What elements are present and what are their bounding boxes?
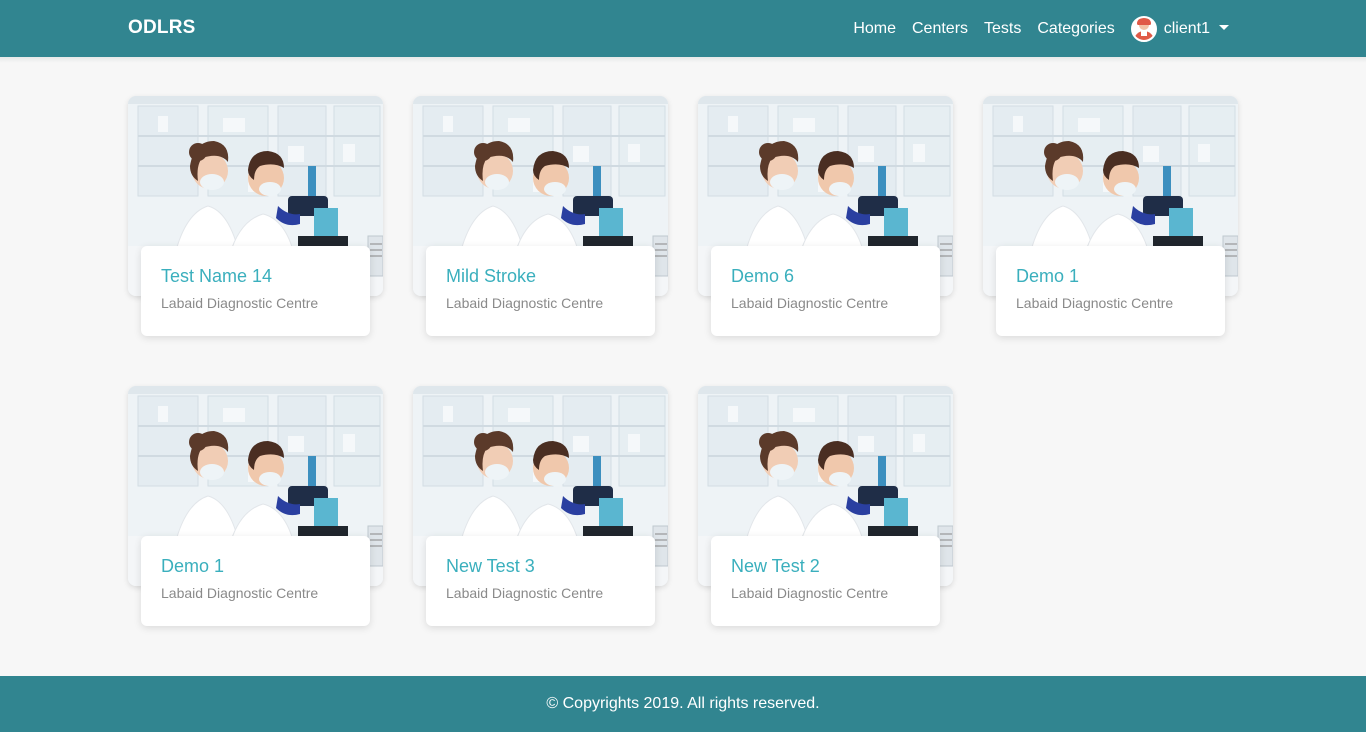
caret-down-icon: [1219, 25, 1229, 30]
test-card-title[interactable]: Demo 6: [731, 265, 920, 287]
test-card-title[interactable]: Mild Stroke: [446, 265, 635, 287]
test-card[interactable]: Mild Stroke Labaid Diagnostic Centre: [413, 96, 668, 336]
test-card-title[interactable]: Demo 1: [161, 555, 350, 577]
footer: © Copyrights 2019. All rights reserved.: [0, 676, 1366, 732]
navbar-shadow: [0, 57, 1366, 63]
test-card-center: Labaid Diagnostic Centre: [731, 585, 889, 601]
top-navbar: ODLRS Home Centers Tests Categories clie…: [0, 0, 1366, 57]
test-card[interactable]: Demo 1 Labaid Diagnostic Centre: [983, 96, 1238, 336]
test-card-title[interactable]: Test Name 14: [161, 265, 350, 287]
test-card-title[interactable]: Demo 1: [1016, 265, 1205, 287]
nav-categories[interactable]: Categories: [1037, 20, 1114, 38]
test-card-center: Labaid Diagnostic Centre: [161, 585, 319, 601]
nav-home[interactable]: Home: [853, 20, 896, 38]
test-card-title[interactable]: New Test 3: [446, 555, 635, 577]
nav-tests[interactable]: Tests: [984, 20, 1021, 38]
test-card-body[interactable]: Test Name 14 Labaid Diagnostic Centre: [141, 246, 370, 336]
user-name: client1: [1163, 19, 1210, 37]
test-card-title[interactable]: New Test 2: [731, 555, 920, 577]
test-card-body[interactable]: Demo 6 Labaid Diagnostic Centre: [711, 246, 940, 336]
nav-links: Home Centers Tests Categories client1: [853, 0, 1229, 57]
test-card-center: Labaid Diagnostic Centre: [1016, 295, 1174, 311]
test-card[interactable]: Test Name 14 Labaid Diagnostic Centre: [128, 96, 383, 336]
test-card-body[interactable]: Demo 1 Labaid Diagnostic Centre: [996, 246, 1225, 336]
test-card-body[interactable]: New Test 3 Labaid Diagnostic Centre: [426, 536, 655, 626]
test-card-body[interactable]: New Test 2 Labaid Diagnostic Centre: [711, 536, 940, 626]
test-card-center: Labaid Diagnostic Centre: [161, 295, 319, 311]
user-menu-dropdown[interactable]: client1: [1130, 15, 1229, 42]
test-card-body[interactable]: Demo 1 Labaid Diagnostic Centre: [141, 536, 370, 626]
test-card-center: Labaid Diagnostic Centre: [446, 585, 604, 601]
test-card-body[interactable]: Mild Stroke Labaid Diagnostic Centre: [426, 246, 655, 336]
test-card[interactable]: Demo 1 Labaid Diagnostic Centre: [128, 386, 383, 626]
brand-logo[interactable]: ODLRS: [128, 17, 196, 39]
test-card-center: Labaid Diagnostic Centre: [446, 295, 604, 311]
footer-copyright: © Copyrights 2019. All rights reserved.: [546, 695, 820, 712]
user-avatar-icon: [1130, 15, 1157, 42]
test-card-center: Labaid Diagnostic Centre: [731, 295, 889, 311]
test-card[interactable]: New Test 2 Labaid Diagnostic Centre: [698, 386, 953, 626]
nav-centers[interactable]: Centers: [912, 20, 968, 38]
test-card[interactable]: Demo 6 Labaid Diagnostic Centre: [698, 96, 953, 336]
test-card[interactable]: New Test 3 Labaid Diagnostic Centre: [413, 386, 668, 626]
